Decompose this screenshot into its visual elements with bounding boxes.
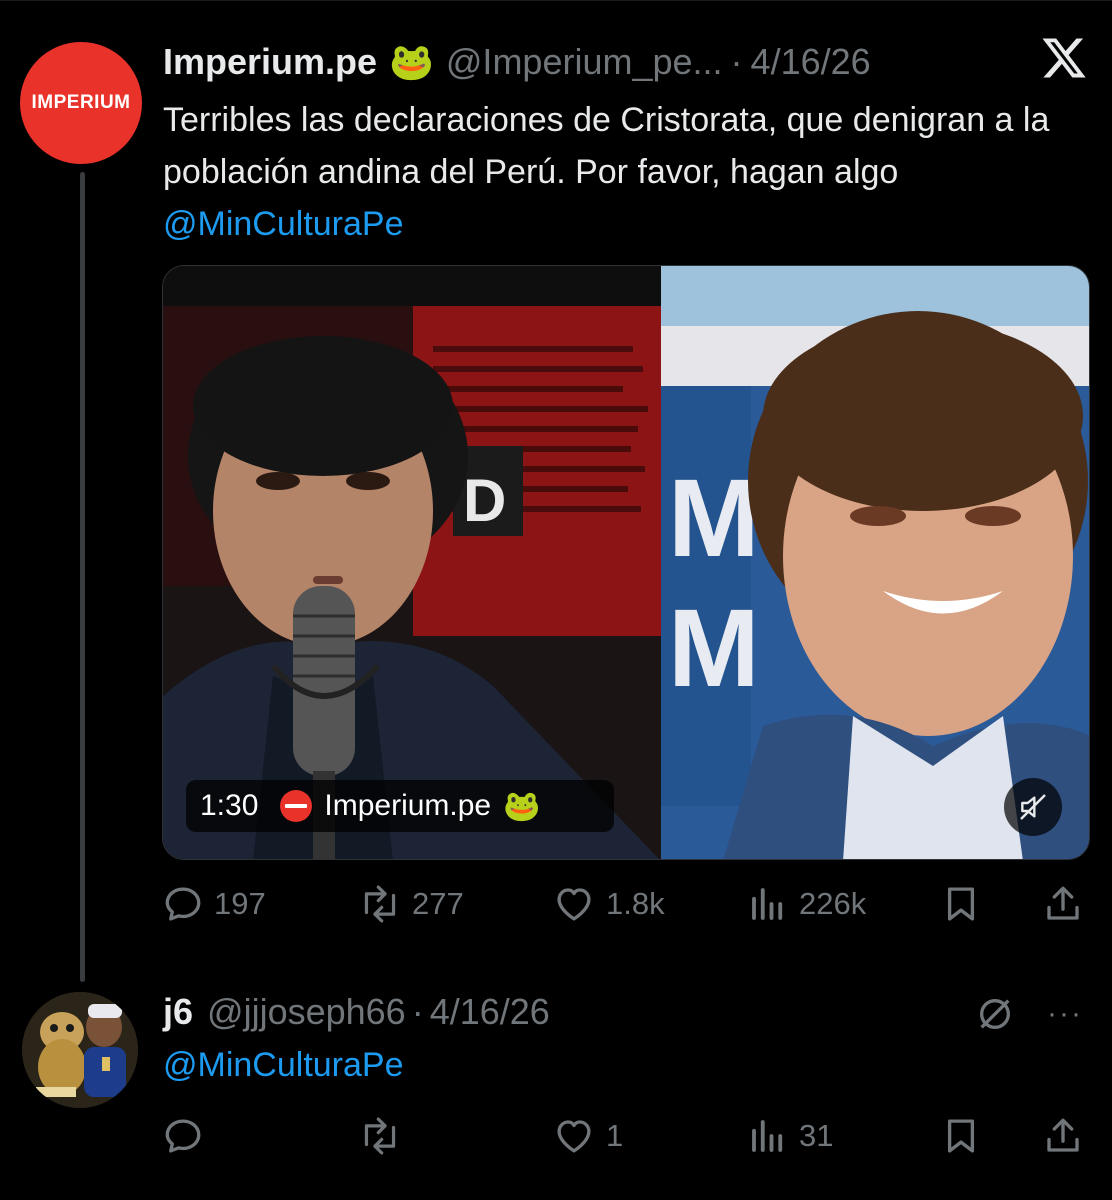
top-divider	[0, 0, 1112, 10]
like-icon	[557, 1120, 591, 1153]
reply-button[interactable]	[162, 1115, 214, 1157]
reply-date[interactable]: 4/16/26	[430, 991, 550, 1033]
like-count: 1	[606, 1118, 624, 1153]
mention-link[interactable]: @MinCulturaPe	[163, 205, 404, 243]
reply-author-handle[interactable]: @jjjoseph66	[207, 991, 406, 1033]
reply-icon	[165, 1119, 201, 1153]
frog-emoji: 🐸	[389, 41, 434, 82]
tweet-text: Terribles las declaraciones de Cristorat…	[163, 94, 1093, 250]
author-handle[interactable]: @Imperium_pe...	[446, 41, 723, 83]
avatar[interactable]	[22, 992, 138, 1108]
reply-avatar-image	[22, 992, 138, 1108]
mention-link[interactable]: @MinCulturaPe	[163, 1046, 404, 1084]
views-icon	[752, 888, 783, 920]
x-logo-icon[interactable]	[1040, 34, 1088, 82]
share-button[interactable]	[1042, 1115, 1094, 1157]
video-thumbnail: D M M	[163, 266, 1089, 859]
like-icon	[557, 888, 591, 921]
share-icon	[1047, 1118, 1079, 1152]
mute-button[interactable]	[1004, 778, 1062, 836]
repost-count: 277	[412, 886, 464, 921]
thread-connector-line	[80, 172, 85, 982]
reply-header: j6 @jjjoseph66 · 4/16/26	[163, 988, 550, 1036]
reply-header-icons: ···	[975, 994, 1083, 1034]
channel-logo-icon	[280, 790, 313, 822]
video-media[interactable]: D M M	[162, 265, 1090, 860]
tweet-header: Imperium.pe 🐸 @Imperium_pe... · 4/16/26	[163, 38, 871, 86]
tweet-body: Terribles las declaraciones de Cristorat…	[163, 101, 1050, 191]
views-icon	[752, 1120, 783, 1152]
reply-button[interactable]: 197	[162, 883, 266, 925]
repost-icon	[364, 1117, 396, 1155]
bookmark-button[interactable]	[940, 883, 992, 925]
reply-text: @MinCulturaPe	[163, 1040, 404, 1090]
frog-emoji: 🐸	[503, 789, 541, 823]
repost-button[interactable]	[358, 1115, 412, 1157]
reply-count: 197	[214, 886, 266, 921]
more-icon[interactable]: ···	[1047, 997, 1083, 1031]
view-count: 226k	[799, 886, 867, 921]
video-channel-name: Imperium.pe	[324, 789, 492, 822]
view-count: 31	[799, 1118, 834, 1153]
svg-text:D: D	[463, 467, 506, 534]
reply-actions: 1 31	[162, 1112, 1092, 1160]
share-icon	[1047, 886, 1079, 920]
video-info-badge: 1:30 Imperium.pe 🐸	[186, 780, 614, 832]
bookmark-icon	[947, 887, 975, 921]
tweet-date[interactable]: 4/16/26	[751, 41, 871, 83]
like-button[interactable]: 1.8k	[552, 883, 665, 925]
reply-icon	[165, 887, 201, 921]
separator-dot: ·	[411, 991, 424, 1032]
bookmark-button[interactable]	[940, 1115, 992, 1157]
video-duration: 1:30	[200, 789, 259, 822]
svg-text:M: M	[668, 587, 760, 710]
grok-icon[interactable]	[975, 994, 1015, 1034]
tweet-actions: 197 277 1.8k 226k	[162, 880, 1092, 928]
separator-dot: ·	[730, 41, 743, 82]
views-button[interactable]: 226k	[747, 883, 866, 925]
repost-button[interactable]: 277	[358, 883, 464, 925]
repost-icon	[364, 885, 396, 923]
share-button[interactable]	[1042, 883, 1094, 925]
mute-icon	[1020, 794, 1046, 820]
reply-author-name[interactable]: j6	[163, 991, 193, 1033]
bookmark-icon	[947, 1119, 975, 1153]
avatar-logo-text: IMPERIUM	[31, 92, 131, 113]
author-name[interactable]: Imperium.pe	[163, 41, 377, 83]
avatar[interactable]: IMPERIUM	[20, 42, 142, 164]
views-button[interactable]: 31	[747, 1115, 833, 1157]
svg-text:M: M	[668, 457, 760, 580]
like-count: 1.8k	[606, 886, 665, 921]
like-button[interactable]: 1	[552, 1115, 623, 1157]
